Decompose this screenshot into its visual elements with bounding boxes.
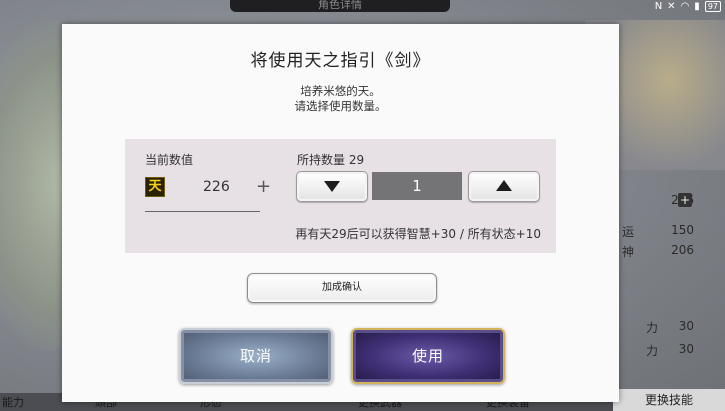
owned-count-label: 所持数量 29 [297, 153, 365, 167]
stat-panel: 226 + 运 150 神 206 力 30 力 30 [622, 185, 725, 385]
bonus-confirm-button[interactable]: 加成确认 [247, 273, 437, 303]
increase-quantity-button[interactable] [468, 171, 540, 202]
stat-row: 运 150 [622, 223, 722, 243]
decrease-quantity-button[interactable] [296, 171, 368, 202]
stat-row: 力 30 [622, 342, 722, 362]
stat-value: 150 [671, 223, 694, 237]
description-line: 请选择使用数量。 [294, 99, 387, 113]
signal-icon: ▮ [694, 1, 700, 12]
change-skill-button[interactable]: 更换技能 [613, 389, 725, 411]
stat-label: 力 [646, 344, 659, 358]
stat-label: 力 [646, 321, 659, 335]
screen-title: 角色详情 [230, 0, 450, 12]
divider [145, 211, 260, 212]
stat-row: 226 + [622, 193, 722, 213]
cancel-button[interactable]: 取消 [179, 328, 333, 384]
stat-value: 30 [678, 342, 694, 356]
bottom-tab-ability[interactable]: 能力 [2, 394, 24, 410]
quantity-display: 1 [372, 172, 462, 200]
stat-label: 运 [622, 225, 635, 239]
bonus-note: 再有天29后可以获得智慧+30 / 所有状态+10 [295, 227, 541, 241]
status-bar: N ✕ ◠ ▮ 97 [655, 0, 721, 13]
nfc-icon: N [654, 1, 663, 12]
plus-sign: + [256, 176, 272, 197]
description-line: 培养米悠的天。 [300, 84, 381, 98]
quantity-panel: 当前数值 所持数量 29 天 226 + 1 再有天29后可以获得智慧+30 /… [125, 139, 556, 253]
item-icon: 天 [145, 177, 165, 197]
wifi-icon: ◠ [680, 1, 690, 12]
stat-value: 30 [678, 319, 694, 333]
mute-icon: ✕ [667, 1, 676, 12]
dialog-description: 培养米悠的天。 请选择使用数量。 [62, 84, 619, 114]
plus-icon: + [678, 193, 692, 207]
item-icon-glyph: 天 [148, 179, 162, 194]
battery-icon: 97 [704, 1, 721, 12]
dialog-title: 将使用天之指引《剑》 [250, 51, 431, 71]
stat-row: 力 30 [622, 319, 722, 339]
arrow-up-icon [496, 180, 512, 191]
current-value: 226 [203, 179, 230, 195]
stat-value: 206 [671, 243, 694, 257]
stat-row: 神 206 [622, 243, 722, 263]
use-item-dialog: 将使用天之指引《剑》 培养米悠的天。 请选择使用数量。 当前数值 所持数量 29… [62, 24, 619, 402]
use-button[interactable]: 使用 [351, 328, 505, 384]
stat-label: 神 [622, 245, 635, 259]
current-value-label: 当前数值 [145, 153, 194, 167]
arrow-down-icon [324, 181, 340, 192]
